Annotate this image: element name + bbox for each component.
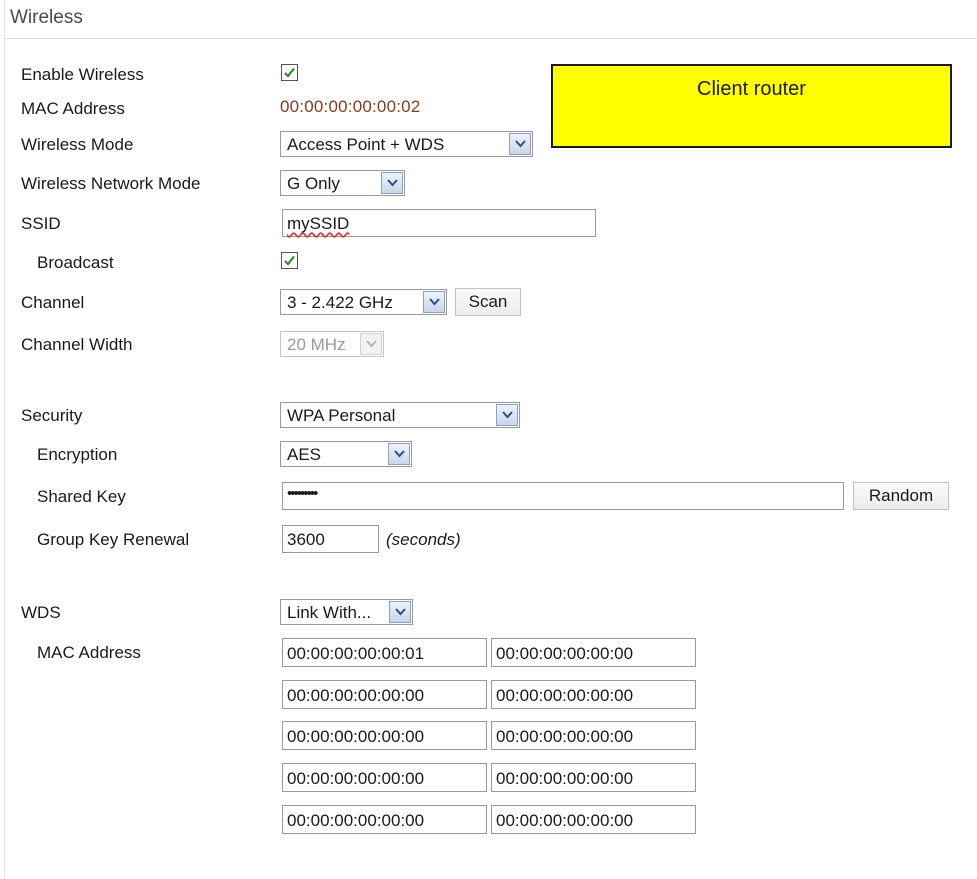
channel-width-label: Channel Width bbox=[21, 335, 133, 354]
wds-mac-input[interactable]: 00:00:00:00:00:00 bbox=[282, 805, 487, 834]
security-value: WPA Personal bbox=[287, 406, 396, 425]
wds-mac-value: 00:00:00:00:00:00 bbox=[496, 727, 634, 746]
channel-width-value: 20 MHz bbox=[287, 335, 346, 354]
wds-mac-value: 00:00:00:00:00:00 bbox=[287, 769, 425, 788]
wds-mac-input[interactable]: 00:00:00:00:00:00 bbox=[491, 638, 696, 667]
group-key-renewal-label: Group Key Renewal bbox=[37, 530, 190, 549]
shared-key-value: ••••••••• bbox=[287, 485, 318, 502]
scan-button[interactable]: Scan bbox=[455, 288, 521, 316]
title-divider bbox=[4, 38, 977, 39]
security-label: Security bbox=[21, 406, 83, 425]
broadcast-checkbox[interactable] bbox=[281, 252, 298, 269]
enable-wireless-checkbox[interactable] bbox=[281, 64, 298, 81]
wds-mac-input[interactable]: 00:00:00:00:00:01 bbox=[282, 638, 487, 667]
channel-width-select: 20 MHz bbox=[280, 331, 384, 357]
wds-mac-value: 00:00:00:00:00:00 bbox=[287, 686, 425, 705]
wireless-mode-value: Access Point + WDS bbox=[287, 135, 445, 154]
wds-label: WDS bbox=[21, 603, 61, 622]
wds-mac-value: 00:00:00:00:00:00 bbox=[287, 811, 425, 830]
wireless-network-mode-select[interactable]: G Only bbox=[280, 170, 405, 196]
ssid-input[interactable]: mySSID bbox=[282, 209, 596, 237]
wireless-network-mode-label: Wireless Network Mode bbox=[21, 174, 201, 193]
chevron-down-icon bbox=[423, 291, 445, 313]
ssid-value: mySSID bbox=[287, 214, 350, 233]
wireless-mode-label: Wireless Mode bbox=[21, 135, 134, 154]
wireless-network-mode-value: G Only bbox=[287, 174, 340, 193]
wds-mac-value: 00:00:00:00:00:00 bbox=[496, 811, 634, 830]
channel-label: Channel bbox=[21, 293, 85, 312]
client-router-note: Client router bbox=[551, 64, 952, 148]
wireless-mode-select[interactable]: Access Point + WDS bbox=[280, 131, 533, 157]
wds-mac-input[interactable]: 00:00:00:00:00:00 bbox=[282, 680, 487, 709]
wds-mac-value: 00:00:00:00:00:00 bbox=[287, 727, 425, 746]
encryption-label: Encryption bbox=[37, 445, 118, 464]
random-button[interactable]: Random bbox=[853, 482, 949, 510]
chevron-down-icon bbox=[509, 133, 531, 155]
chevron-down-icon bbox=[388, 443, 410, 465]
security-select[interactable]: WPA Personal bbox=[280, 402, 520, 428]
wds-mac-value: 00:00:00:00:00:00 bbox=[496, 644, 634, 663]
chevron-down-icon bbox=[389, 601, 411, 623]
wds-mac-input[interactable]: 00:00:00:00:00:00 bbox=[491, 763, 696, 792]
wds-mac-value: 00:00:00:00:00:00 bbox=[496, 769, 634, 788]
wds-mac-address-label: MAC Address bbox=[37, 643, 141, 662]
group-key-renewal-value: 3600 bbox=[287, 530, 325, 549]
shared-key-label: Shared Key bbox=[37, 487, 126, 506]
broadcast-label: Broadcast bbox=[37, 253, 114, 272]
wds-mac-input[interactable]: 00:00:00:00:00:00 bbox=[491, 680, 696, 709]
page-left-border bbox=[4, 0, 5, 879]
group-key-renewal-input[interactable]: 3600 bbox=[282, 525, 379, 553]
chevron-down-icon bbox=[360, 333, 382, 355]
wds-select[interactable]: Link With... bbox=[280, 599, 413, 625]
group-key-renewal-unit: (seconds) bbox=[386, 530, 461, 549]
section-title: Wireless bbox=[10, 7, 83, 28]
channel-value: 3 - 2.422 GHz bbox=[287, 293, 393, 312]
enable-wireless-label: Enable Wireless bbox=[21, 65, 144, 84]
wds-mac-value: 00:00:00:00:00:01 bbox=[287, 644, 425, 663]
channel-select[interactable]: 3 - 2.422 GHz bbox=[280, 289, 447, 315]
mac-address-label: MAC Address bbox=[21, 99, 125, 118]
wds-mac-input[interactable]: 00:00:00:00:00:00 bbox=[282, 763, 487, 792]
wds-mac-input[interactable]: 00:00:00:00:00:00 bbox=[282, 721, 487, 750]
chevron-down-icon bbox=[496, 404, 518, 426]
mac-address-value: 00:00:00:00:00:02 bbox=[280, 97, 421, 116]
encryption-value: AES bbox=[287, 445, 322, 464]
wds-mac-value: 00:00:00:00:00:00 bbox=[496, 686, 634, 705]
checkmark-icon bbox=[284, 67, 295, 78]
chevron-down-icon bbox=[381, 172, 403, 194]
wds-mac-input[interactable]: 00:00:00:00:00:00 bbox=[491, 721, 696, 750]
checkmark-icon bbox=[284, 255, 295, 266]
wds-value: Link With... bbox=[287, 603, 372, 622]
encryption-select[interactable]: AES bbox=[280, 441, 412, 467]
ssid-label: SSID bbox=[21, 214, 61, 233]
client-router-note-text: Client router bbox=[697, 78, 806, 100]
shared-key-input[interactable]: ••••••••• bbox=[282, 482, 844, 510]
wds-mac-input[interactable]: 00:00:00:00:00:00 bbox=[491, 805, 696, 834]
